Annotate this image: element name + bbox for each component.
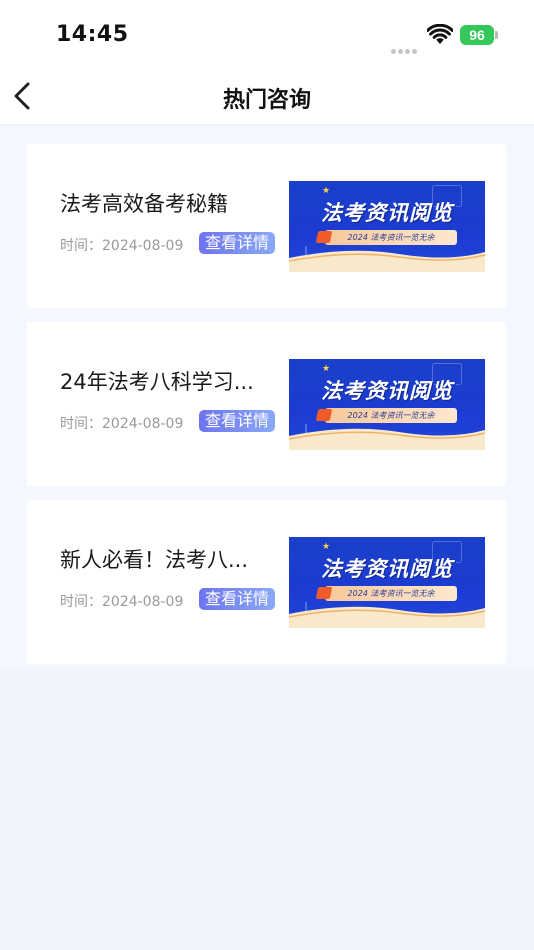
article-banner-image: ★ 法考资讯阅览 2024 法考资讯一览无余	[289, 537, 485, 628]
article-time: 时间：2024-08-09	[60, 594, 184, 610]
article-banner-image: ★ 法考资讯阅览 2024 法考资讯一览无余	[289, 359, 485, 450]
banner-title: 法考资讯阅览	[321, 379, 453, 403]
battery-level: 96	[469, 27, 485, 43]
article-card[interactable]: 24年法考八科学习... 时间：2024-08-09 查看详情 ★ 法考资讯阅览…	[27, 322, 506, 486]
article-time: 时间：2024-08-09	[60, 416, 184, 432]
article-title: 新人必看！法考八...	[60, 548, 249, 572]
status-time: 14:45	[56, 22, 129, 47]
signal-dots-icon	[391, 39, 419, 54]
battery-tip	[495, 31, 498, 39]
status-bar: 14:45 96	[0, 0, 534, 70]
battery-charging-icon: 96	[460, 25, 494, 45]
nav-bar: 热门咨询	[0, 70, 534, 124]
view-details-button[interactable]: 查看详情	[199, 232, 275, 254]
banner-wave	[289, 250, 485, 272]
banner-title: 法考资讯阅览	[321, 557, 453, 581]
star-icon: ★	[322, 542, 331, 552]
view-details-button[interactable]: 查看详情	[199, 410, 275, 432]
article-list: 法考高效备考秘籍 时间：2024-08-09 查看详情 ★ 法考资讯阅览 202…	[0, 126, 534, 668]
article-title: 法考高效备考秘籍	[60, 192, 228, 216]
star-icon: ★	[322, 364, 331, 374]
banner-wave	[289, 606, 485, 628]
banner-wave	[289, 428, 485, 450]
article-title: 24年法考八科学习...	[60, 370, 254, 394]
wifi-icon	[427, 24, 453, 44]
article-card[interactable]: 法考高效备考秘籍 时间：2024-08-09 查看详情 ★ 法考资讯阅览 202…	[27, 144, 506, 308]
view-details-button[interactable]: 查看详情	[199, 588, 275, 610]
screen: 14:45 96 热门咨询 法考高效备考秘籍 时间：2024-08-09 查看详…	[0, 0, 534, 950]
article-time: 时间：2024-08-09	[60, 238, 184, 254]
article-banner-image: ★ 法考资讯阅览 2024 法考资讯一览无余	[289, 181, 485, 272]
article-card[interactable]: 新人必看！法考八... 时间：2024-08-09 查看详情 ★ 法考资讯阅览 …	[27, 500, 506, 664]
star-icon: ★	[322, 186, 331, 196]
banner-title: 法考资讯阅览	[321, 201, 453, 225]
page-title: 热门咨询	[222, 88, 311, 113]
